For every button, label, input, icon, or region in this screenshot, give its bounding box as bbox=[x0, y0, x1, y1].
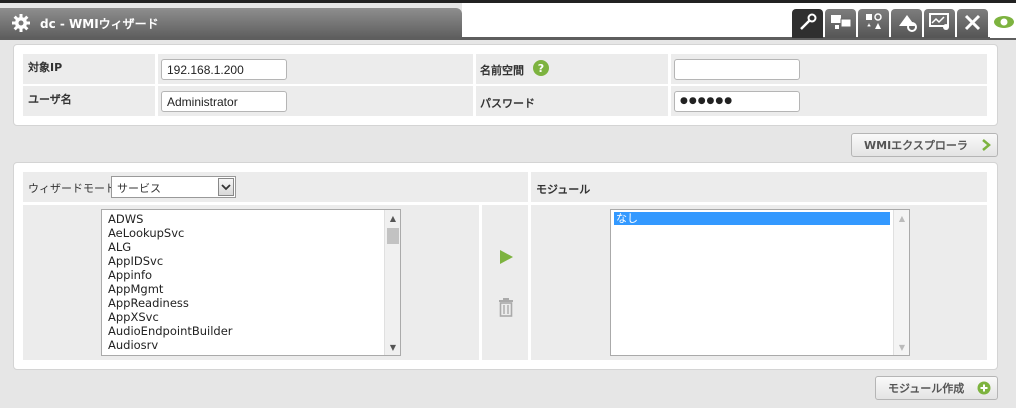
modules-scrollbar[interactable]: ▲ ▼ bbox=[893, 210, 909, 355]
password-input[interactable]: ●●●●●● bbox=[674, 91, 800, 112]
namespace-input[interactable] bbox=[674, 59, 800, 80]
wand-icon bbox=[798, 12, 818, 35]
scroll-up-icon[interactable]: ▲ bbox=[894, 210, 909, 226]
page-title: dc - WMIウィザード bbox=[40, 16, 159, 31]
gear-icon bbox=[10, 12, 32, 34]
list-item[interactable]: AppIDSvc bbox=[108, 254, 233, 268]
add-arrow-icon[interactable] bbox=[498, 249, 514, 268]
services-listbox[interactable]: ADWS AeLookupSvc ALG AppIDSvc Appinfo AppMgmt… bbox=[101, 209, 401, 356]
tools-icon bbox=[963, 12, 983, 35]
tools-tool-button[interactable] bbox=[957, 9, 988, 38]
services-list: ADWS AeLookupSvc ALG AppIDSvc Appinfo AppMgmt… bbox=[108, 212, 233, 352]
wmi-explorer-button[interactable]: WMIエクスプローラ bbox=[851, 133, 998, 157]
create-module-button[interactable]: モジュール作成 bbox=[875, 376, 998, 400]
chevron-down-icon[interactable] bbox=[218, 178, 234, 196]
chevron-right-icon bbox=[981, 139, 991, 154]
network-tool-button[interactable] bbox=[825, 9, 856, 38]
wizard-tool-button[interactable] bbox=[792, 9, 823, 38]
trash-icon[interactable] bbox=[497, 297, 515, 320]
connection-panel: 対象IP 名前空間 ? ユーザ名 パスワード ●●●●●● bbox=[13, 44, 998, 126]
list-item[interactable]: Appinfo bbox=[108, 268, 233, 282]
user-input[interactable] bbox=[161, 91, 287, 112]
shapes-icon bbox=[864, 12, 884, 35]
list-item[interactable]: AppXSvc bbox=[108, 310, 233, 324]
wizard-panel: ウィザードモード : サービス モジュール ADWS AeLookupSvc ALG… bbox=[13, 162, 998, 370]
mode-select-value: サービス bbox=[117, 182, 161, 195]
modules-header: モジュール bbox=[536, 183, 591, 196]
list-item[interactable]: AppReadiness bbox=[108, 296, 233, 310]
shapes-tool-button[interactable] bbox=[858, 9, 889, 38]
list-item[interactable]: AppMgmt bbox=[108, 282, 233, 296]
list-item[interactable]: ADWS bbox=[108, 212, 233, 226]
list-item[interactable]: AudioEndpointBuilder bbox=[108, 324, 233, 338]
view-tool-button[interactable] bbox=[990, 9, 1016, 38]
alerts-icon bbox=[896, 12, 918, 35]
alerts-tool-button[interactable] bbox=[891, 9, 922, 38]
help-icon[interactable]: ? bbox=[533, 60, 549, 76]
target-ip-input[interactable] bbox=[161, 59, 287, 80]
scroll-down-icon[interactable]: ▼ bbox=[385, 339, 400, 355]
create-module-button-label: モジュール作成 bbox=[888, 382, 965, 395]
modules-header-cell bbox=[531, 172, 987, 202]
actions-cell bbox=[482, 205, 528, 360]
mode-select[interactable]: サービス bbox=[111, 176, 236, 198]
user-label: ユーザ名 bbox=[28, 93, 72, 106]
mode-label: ウィザードモード : bbox=[28, 182, 124, 195]
plus-circle-icon bbox=[977, 381, 991, 398]
modules-listbox[interactable]: なし ▲ ▼ bbox=[610, 209, 910, 356]
toolbar bbox=[792, 9, 1016, 38]
wmi-explorer-button-label: WMIエクスプローラ bbox=[864, 139, 968, 152]
namespace-label: 名前空間 bbox=[480, 64, 524, 77]
network-icon bbox=[830, 13, 852, 34]
monitor-tool-button[interactable] bbox=[924, 9, 955, 38]
eye-icon bbox=[992, 14, 1014, 33]
module-item-selected[interactable]: なし bbox=[614, 212, 890, 225]
page-header-tab: dc - WMIウィザード bbox=[0, 8, 462, 38]
target-ip-label: 対象IP bbox=[28, 61, 63, 74]
list-item[interactable]: Audiosrv bbox=[108, 338, 233, 352]
list-item[interactable]: ALG bbox=[108, 240, 233, 254]
password-label: パスワード bbox=[480, 97, 535, 110]
services-scrollbar[interactable]: ▲ ▼ bbox=[384, 210, 400, 355]
scroll-thumb[interactable] bbox=[387, 228, 399, 244]
monitor-icon bbox=[928, 12, 951, 35]
list-item[interactable]: AeLookupSvc bbox=[108, 226, 233, 240]
scroll-up-icon[interactable]: ▲ bbox=[385, 210, 400, 226]
scroll-down-icon[interactable]: ▼ bbox=[894, 339, 909, 355]
